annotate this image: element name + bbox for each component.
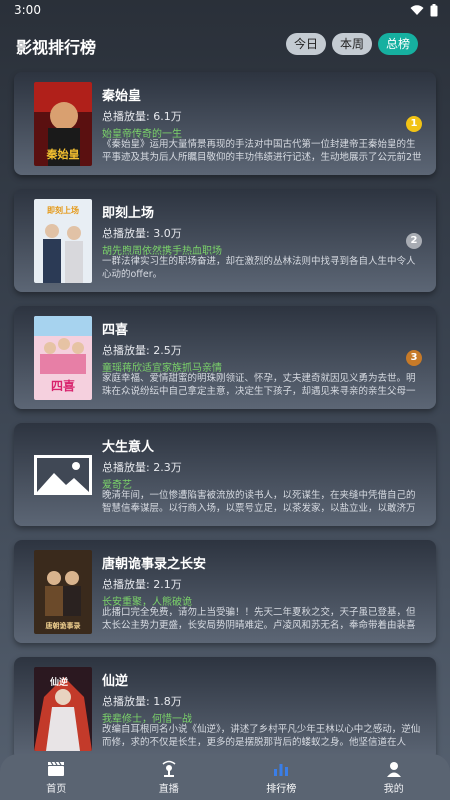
ranking-card[interactable]: 四喜 四喜 总播放量: 2.5万 童瑶蒋欣适宜家族抓马亲情 家庭幸福、爱情甜蜜的… — [14, 306, 436, 409]
poster-title: 四喜 — [51, 378, 75, 393]
tab-total[interactable]: 总榜 — [377, 33, 418, 55]
item-title: 即刻上场 — [102, 206, 155, 221]
item-title: 唐朝诡事录之长安 — [102, 557, 207, 572]
play-count: 总播放量: 6.1万 — [102, 110, 182, 123]
live-icon — [162, 760, 176, 777]
ranking-card[interactable]: 唐朝诡事录 唐朝诡事录之长安 总播放量: 2.1万 长安重聚，人熊破诡 此播口完… — [14, 540, 436, 643]
play-count: 总播放量: 2.3万 — [102, 461, 182, 474]
nav-live[interactable]: 直播 — [124, 760, 214, 795]
nav-mine[interactable]: 我的 — [349, 760, 439, 795]
tab-week[interactable]: 本周 — [331, 33, 372, 55]
wifi-icon — [410, 5, 424, 15]
nav-live-label: 直播 — [158, 783, 179, 795]
status-bar: 3:00 — [0, 0, 450, 24]
poster-title: 唐朝诡事录 — [46, 621, 81, 630]
ranking-card[interactable]: 秦始皇 秦始皇 总播放量: 6.1万 始皇帝传奇的一生 《秦始皇》运用大量情景再… — [14, 72, 436, 175]
item-description: 家庭幸福、爱情甜蜜的明珠刚领证、怀孕，丈夫建奇就因见义勇为去世。明珠在众说纷纭中… — [102, 373, 416, 397]
nav-home-label: 首页 — [46, 783, 67, 795]
play-count: 总播放量: 1.8万 — [102, 695, 182, 708]
rank-badge-bronze: 3 — [406, 350, 422, 366]
ranking-card[interactable]: 大生意人 总播放量: 2.3万 爱奇艺 晚清年间，一位惨遭陷害被流放的读书人，以… — [14, 423, 436, 526]
item-description: 改编自耳根同名小说《仙逆》，讲述了乡村平凡少年王林以心中之感动，逆仙而修，求的不… — [102, 724, 421, 748]
item-title: 秦始皇 — [102, 89, 142, 104]
poster-image: 唐朝诡事录 — [34, 550, 92, 634]
rank-badge-silver: 2 — [406, 233, 422, 249]
item-description: 此播口完全免费，请勿上当受骗！！先天二年夏秋之交，天子虽已登基，但太长公主势力更… — [102, 607, 416, 631]
play-count: 总播放量: 2.1万 — [102, 578, 182, 591]
play-count: 总播放量: 3.0万 — [102, 227, 182, 240]
page-title: 影视排行榜 — [16, 38, 97, 57]
item-title: 四喜 — [102, 323, 129, 338]
nav-home[interactable]: 首页 — [11, 760, 101, 795]
battery-icon — [430, 4, 438, 17]
clapperboard-icon — [48, 761, 65, 776]
status-time: 3:00 — [14, 3, 41, 17]
ranking-card[interactable]: 即刻上场 即刻上场 总播放量: 3.0万 胡先煦周依然携手热血职场 一群法律实习… — [14, 189, 436, 292]
poster-title: 秦始皇 — [46, 147, 80, 161]
poster-image: 秦始皇 — [34, 82, 92, 166]
bottom-nav: 首页 直播 排行榜 我的 — [0, 754, 450, 800]
nav-ranking[interactable]: 排行榜 — [236, 760, 326, 795]
poster-image: 四喜 — [34, 316, 92, 400]
item-description: 《秦始皇》运用大量情景再现的手法对中国古代第一位封建帝王秦始皇的生平事迹及其为后… — [102, 139, 422, 163]
poster-title: 仙逆 — [50, 676, 68, 688]
item-title: 仙逆 — [102, 674, 129, 689]
ranking-card[interactable]: 仙逆 仙逆 总播放量: 1.8万 我辈修士，何惜一战 改编自耳根同名小说《仙逆》… — [14, 657, 436, 760]
item-title: 大生意人 — [102, 440, 155, 455]
item-description: 晚清年间，一位惨遭陷害被流放的读书人，以死谋生，在夹缝中凭借自己的智慧信奉谋层。… — [102, 490, 416, 514]
tab-today[interactable]: 今日 — [285, 33, 326, 55]
nav-mine-label: 我的 — [383, 783, 404, 795]
rank-badge-gold: 1 — [406, 116, 422, 132]
poster-title: 即刻上场 — [47, 205, 79, 215]
play-count: 总播放量: 2.5万 — [102, 344, 182, 357]
user-icon — [386, 761, 401, 777]
nav-ranking-label: 排行榜 — [266, 783, 297, 795]
ranking-bars-icon — [274, 763, 289, 776]
item-description: 一群法律实习生的职场奋进，却在激烈的丛林法则中找寻到各自人生中令人心动的offe… — [102, 256, 416, 280]
period-tabs: 今日 本周 总榜 — [285, 33, 418, 55]
image-placeholder-icon — [34, 433, 92, 517]
status-icons — [410, 4, 438, 17]
poster-image: 仙逆 — [34, 667, 92, 751]
poster-image: 即刻上场 — [34, 199, 92, 283]
